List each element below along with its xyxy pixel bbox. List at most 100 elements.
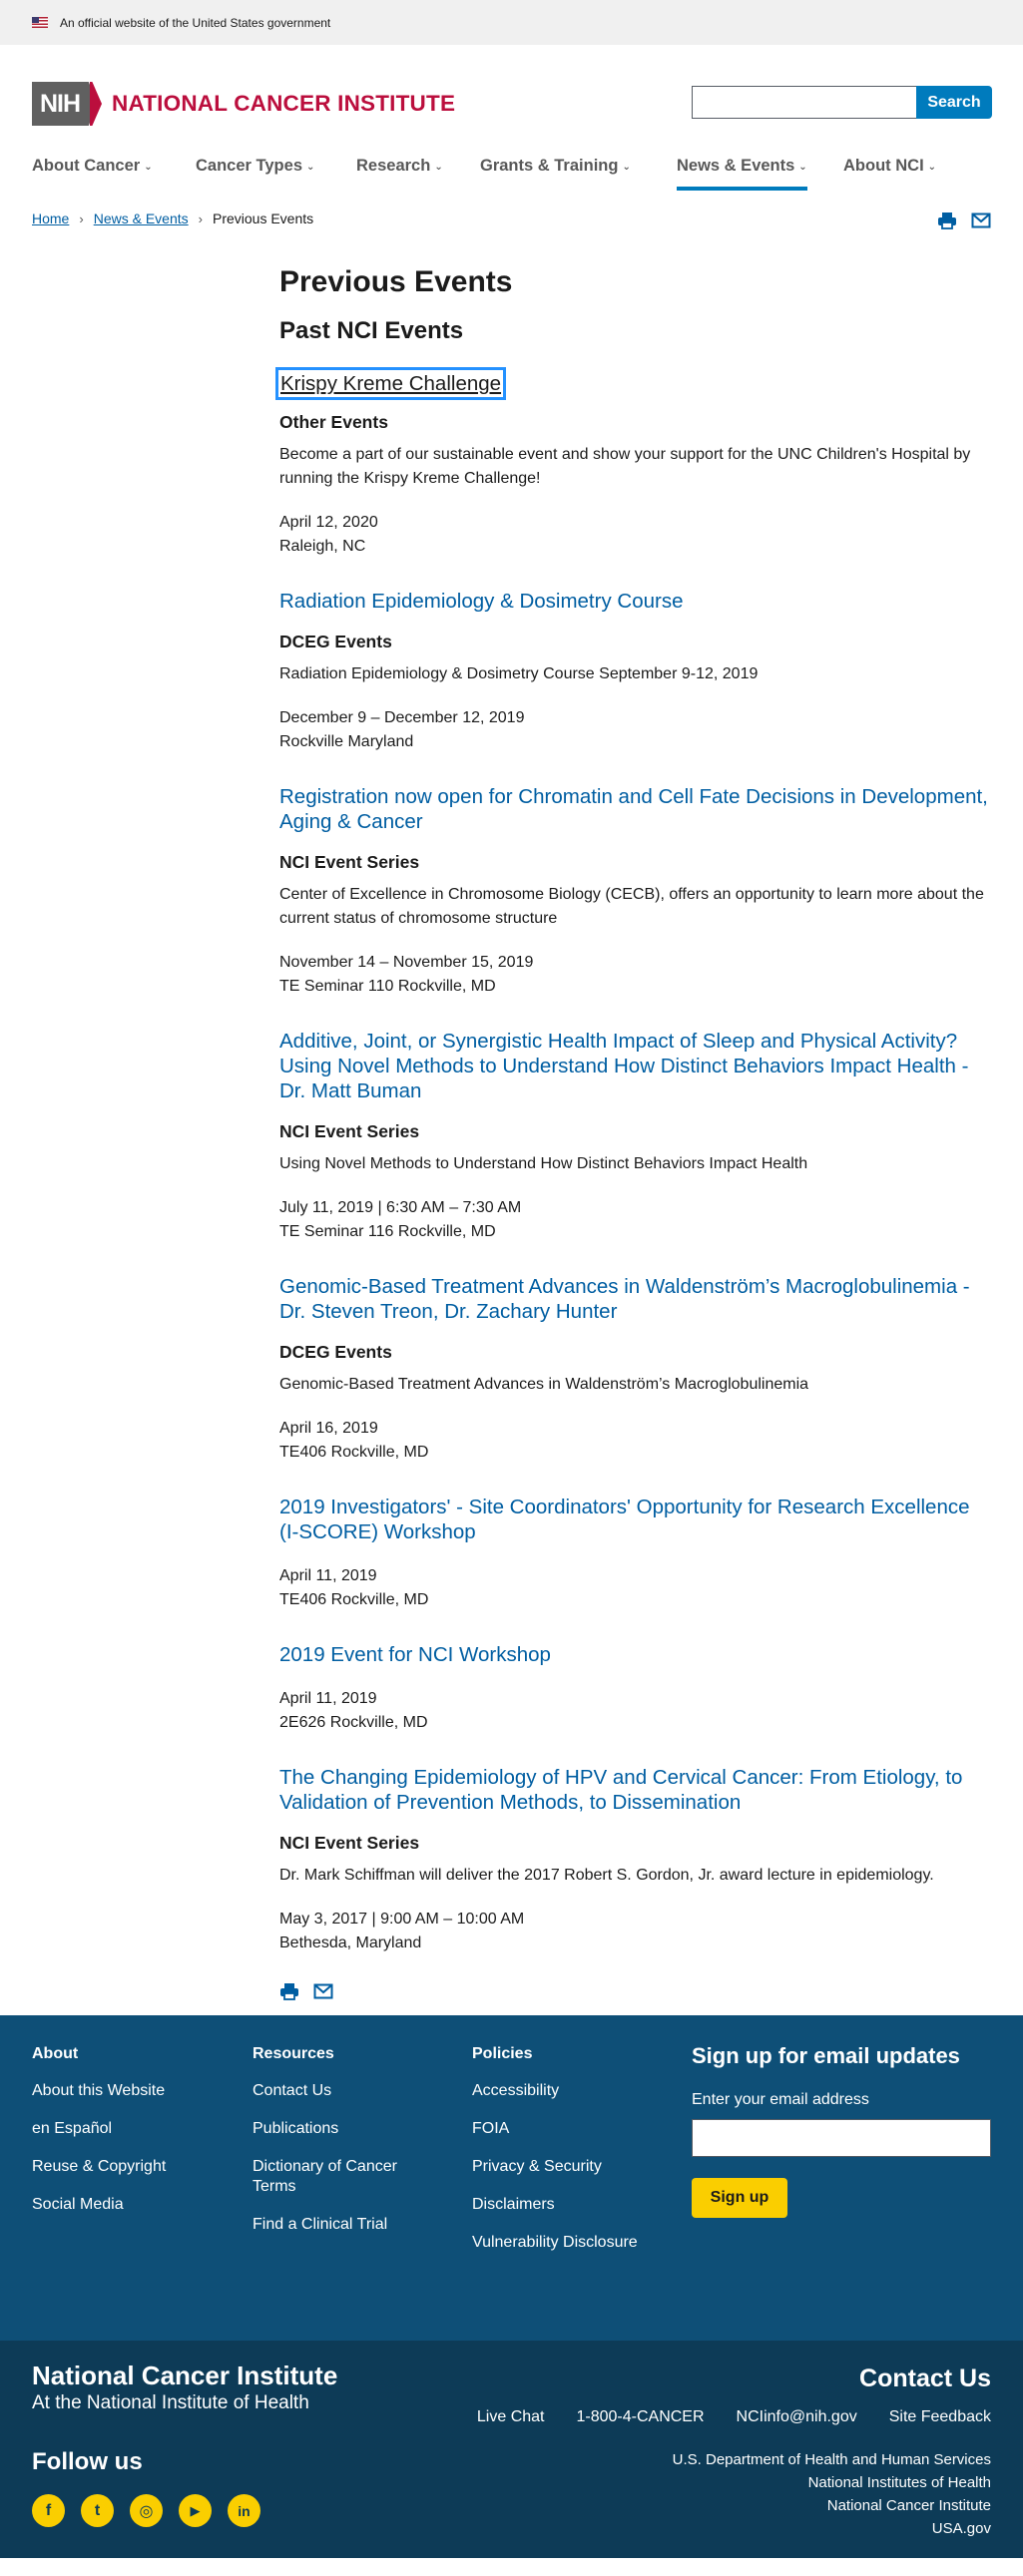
nav-cancer-types[interactable]: Cancer Types ⌄ [196,157,314,176]
event-title-link[interactable]: Registration now open for Chromatin and … [279,784,991,834]
event-category: Other Events [279,412,388,432]
breadcrumb: Home › News & Events › Previous Events [32,211,313,226]
nih-link[interactable]: National Institutes of Health [673,2471,991,2494]
contact-links: Live Chat 1-800-4-CANCER NCIinfo@nih.gov… [477,2408,991,2426]
breadcrumb-home[interactable]: Home [32,211,69,226]
agency-links: U.S. Department of Health and Human Serv… [673,2448,991,2540]
event-item: The Changing Epidemiology of HPV and Cer… [279,1765,991,1955]
nav-label: Grants & Training [480,157,619,175]
chevron-right-icon: › [198,211,203,226]
event-title-link[interactable]: The Changing Epidemiology of HPV and Cer… [279,1765,991,1815]
hhs-link[interactable]: U.S. Department of Health and Human Serv… [673,2448,991,2471]
event-title-link[interactable]: Genomic-Based Treatment Advances in Wald… [279,1274,991,1324]
email-field[interactable] [692,2119,991,2157]
nci-link[interactable]: National Cancer Institute [673,2494,991,2517]
breadcrumb-current: Previous Events [212,211,314,226]
event-item: 2019 Investigators' - Site Coordinators'… [279,1495,991,1612]
nav-research[interactable]: Research ⌄ [356,157,443,176]
gov-banner-text: An official website of the United States… [60,15,331,30]
chevron-down-icon: ⌄ [622,162,631,173]
footer-org-name[interactable]: National Cancer Institute [32,2361,337,2391]
nav-label: Cancer Types [196,157,302,175]
nih-badge-icon: NIH [32,82,102,126]
email-link[interactable]: NCIinfo@nih.gov [737,2408,857,2426]
email-icon[interactable] [313,1981,333,2001]
email-signup: Sign up for email updates Enter your ema… [692,2043,991,2218]
follow-heading: Follow us [32,2448,143,2475]
event-description: Center of Excellence in Chromosome Biolo… [279,886,984,927]
event-location: Bethesda, Maryland [279,1934,422,1951]
footer-about-heading: About [32,2045,79,2062]
footer-top: About About this Website en Español Reus… [0,2015,1023,2341]
event-title-link[interactable]: Radiation Epidemiology & Dosimetry Cours… [279,589,991,614]
nav-grants-training[interactable]: Grants & Training ⌄ [480,157,631,176]
breadcrumb-news-events[interactable]: News & Events [94,211,189,226]
footer-link[interactable]: Find a Clinical Trial [253,2215,422,2235]
event-location: Raleigh, NC [279,538,366,555]
event-date: April 12, 2020 [279,514,378,531]
page-tools [937,211,991,230]
chevron-down-icon: ⌄ [434,162,443,173]
nav-about-cancer[interactable]: About Cancer ⌄ [32,157,153,176]
footer-link[interactable]: FOIA [472,2119,638,2139]
nav-about-nci[interactable]: About NCI ⌄ [843,157,936,176]
event-date: May 3, 2017 | 9:00 AM – 10:00 AM [279,1911,525,1928]
email-icon[interactable] [971,211,991,230]
main-nav: About Cancer ⌄ Cancer Types ⌄ Research ⌄ Gr… [0,145,1023,197]
event-title-link[interactable]: Krispy Kreme Challenge [274,367,507,400]
footer-link[interactable]: Privacy & Security [472,2157,638,2177]
event-item: Genomic-Based Treatment Advances in Wald… [279,1274,991,1465]
signup-heading: Sign up for email updates [692,2043,960,2068]
contact-heading: Contact Us [859,2364,991,2392]
event-category: NCI Event Series [279,1121,420,1141]
footer-link[interactable]: Publications [253,2119,422,2139]
event-date: April 11, 2019 [279,1690,377,1707]
event-location: TE Seminar 110 Rockville, MD [279,978,496,995]
twitter-icon[interactable]: t [81,2494,114,2527]
print-icon[interactable] [279,1981,299,2001]
event-category: NCI Event Series [279,1833,420,1853]
footer-link[interactable]: About this Website [32,2081,166,2101]
site-feedback-link[interactable]: Site Feedback [889,2408,991,2426]
search-button[interactable]: Search [916,86,992,119]
footer-about-column: About About this Website en Español Reus… [32,2045,166,2233]
event-title-link[interactable]: 2019 Investigators' - Site Coordinators'… [279,1495,991,1544]
event-title-link[interactable]: Additive, Joint, or Synergistic Health I… [279,1029,991,1103]
footer-policies-column: Policies Accessibility FOIA Privacy & Se… [472,2045,638,2271]
footer-link[interactable]: en Español [32,2119,166,2139]
footer-resources-column: Resources Contact Us Publications Dictio… [253,2045,422,2253]
event-item: Krispy Kreme Challenge Other Events Beco… [274,367,991,559]
social-links: f t ◎ ▶ in [32,2494,260,2527]
footer-link[interactable]: Social Media [32,2195,166,2215]
event-date: April 16, 2019 [279,1420,378,1437]
facebook-icon[interactable]: f [32,2494,65,2527]
event-date: April 11, 2019 [279,1567,377,1584]
bottom-page-tools [279,1981,991,2015]
search-input[interactable] [692,86,916,119]
nav-news-events[interactable]: News & Events ⌄ [677,157,807,191]
phone-link[interactable]: 1-800-4-CANCER [576,2408,704,2426]
linkedin-icon[interactable]: in [228,2494,260,2527]
event-location: 2E626 Rockville, MD [279,1714,428,1731]
footer-link[interactable]: Accessibility [472,2081,638,2101]
footer-link[interactable]: Vulnerability Disclosure [472,2233,638,2253]
nci-logo[interactable]: NIH NATIONAL CANCER INSTITUTE [32,82,455,126]
event-item: Registration now open for Chromatin and … [279,784,991,999]
footer-resources-heading: Resources [253,2045,334,2062]
footer-link[interactable]: Contact Us [253,2081,422,2101]
footer-link[interactable]: Disclaimers [472,2195,638,2215]
footer-link[interactable]: Reuse & Copyright [32,2157,166,2177]
footer-link[interactable]: Dictionary of Cancer Terms [253,2157,422,2197]
print-icon[interactable] [937,211,957,230]
instagram-icon[interactable]: ◎ [130,2494,163,2527]
sign-up-button[interactable]: Sign up [692,2178,787,2218]
usagov-link[interactable]: USA.gov [673,2517,991,2540]
live-chat-link[interactable]: Live Chat [477,2408,545,2426]
main-content: Previous Events Past NCI Events Krispy K… [0,265,1023,2015]
event-location: Rockville Maryland [279,733,414,750]
footer-policies-heading: Policies [472,2045,533,2062]
event-category: DCEG Events [279,1342,392,1362]
youtube-icon[interactable]: ▶ [179,2494,212,2527]
nav-label: News & Events [677,157,795,175]
event-title-link[interactable]: 2019 Event for NCI Workshop [279,1642,991,1667]
